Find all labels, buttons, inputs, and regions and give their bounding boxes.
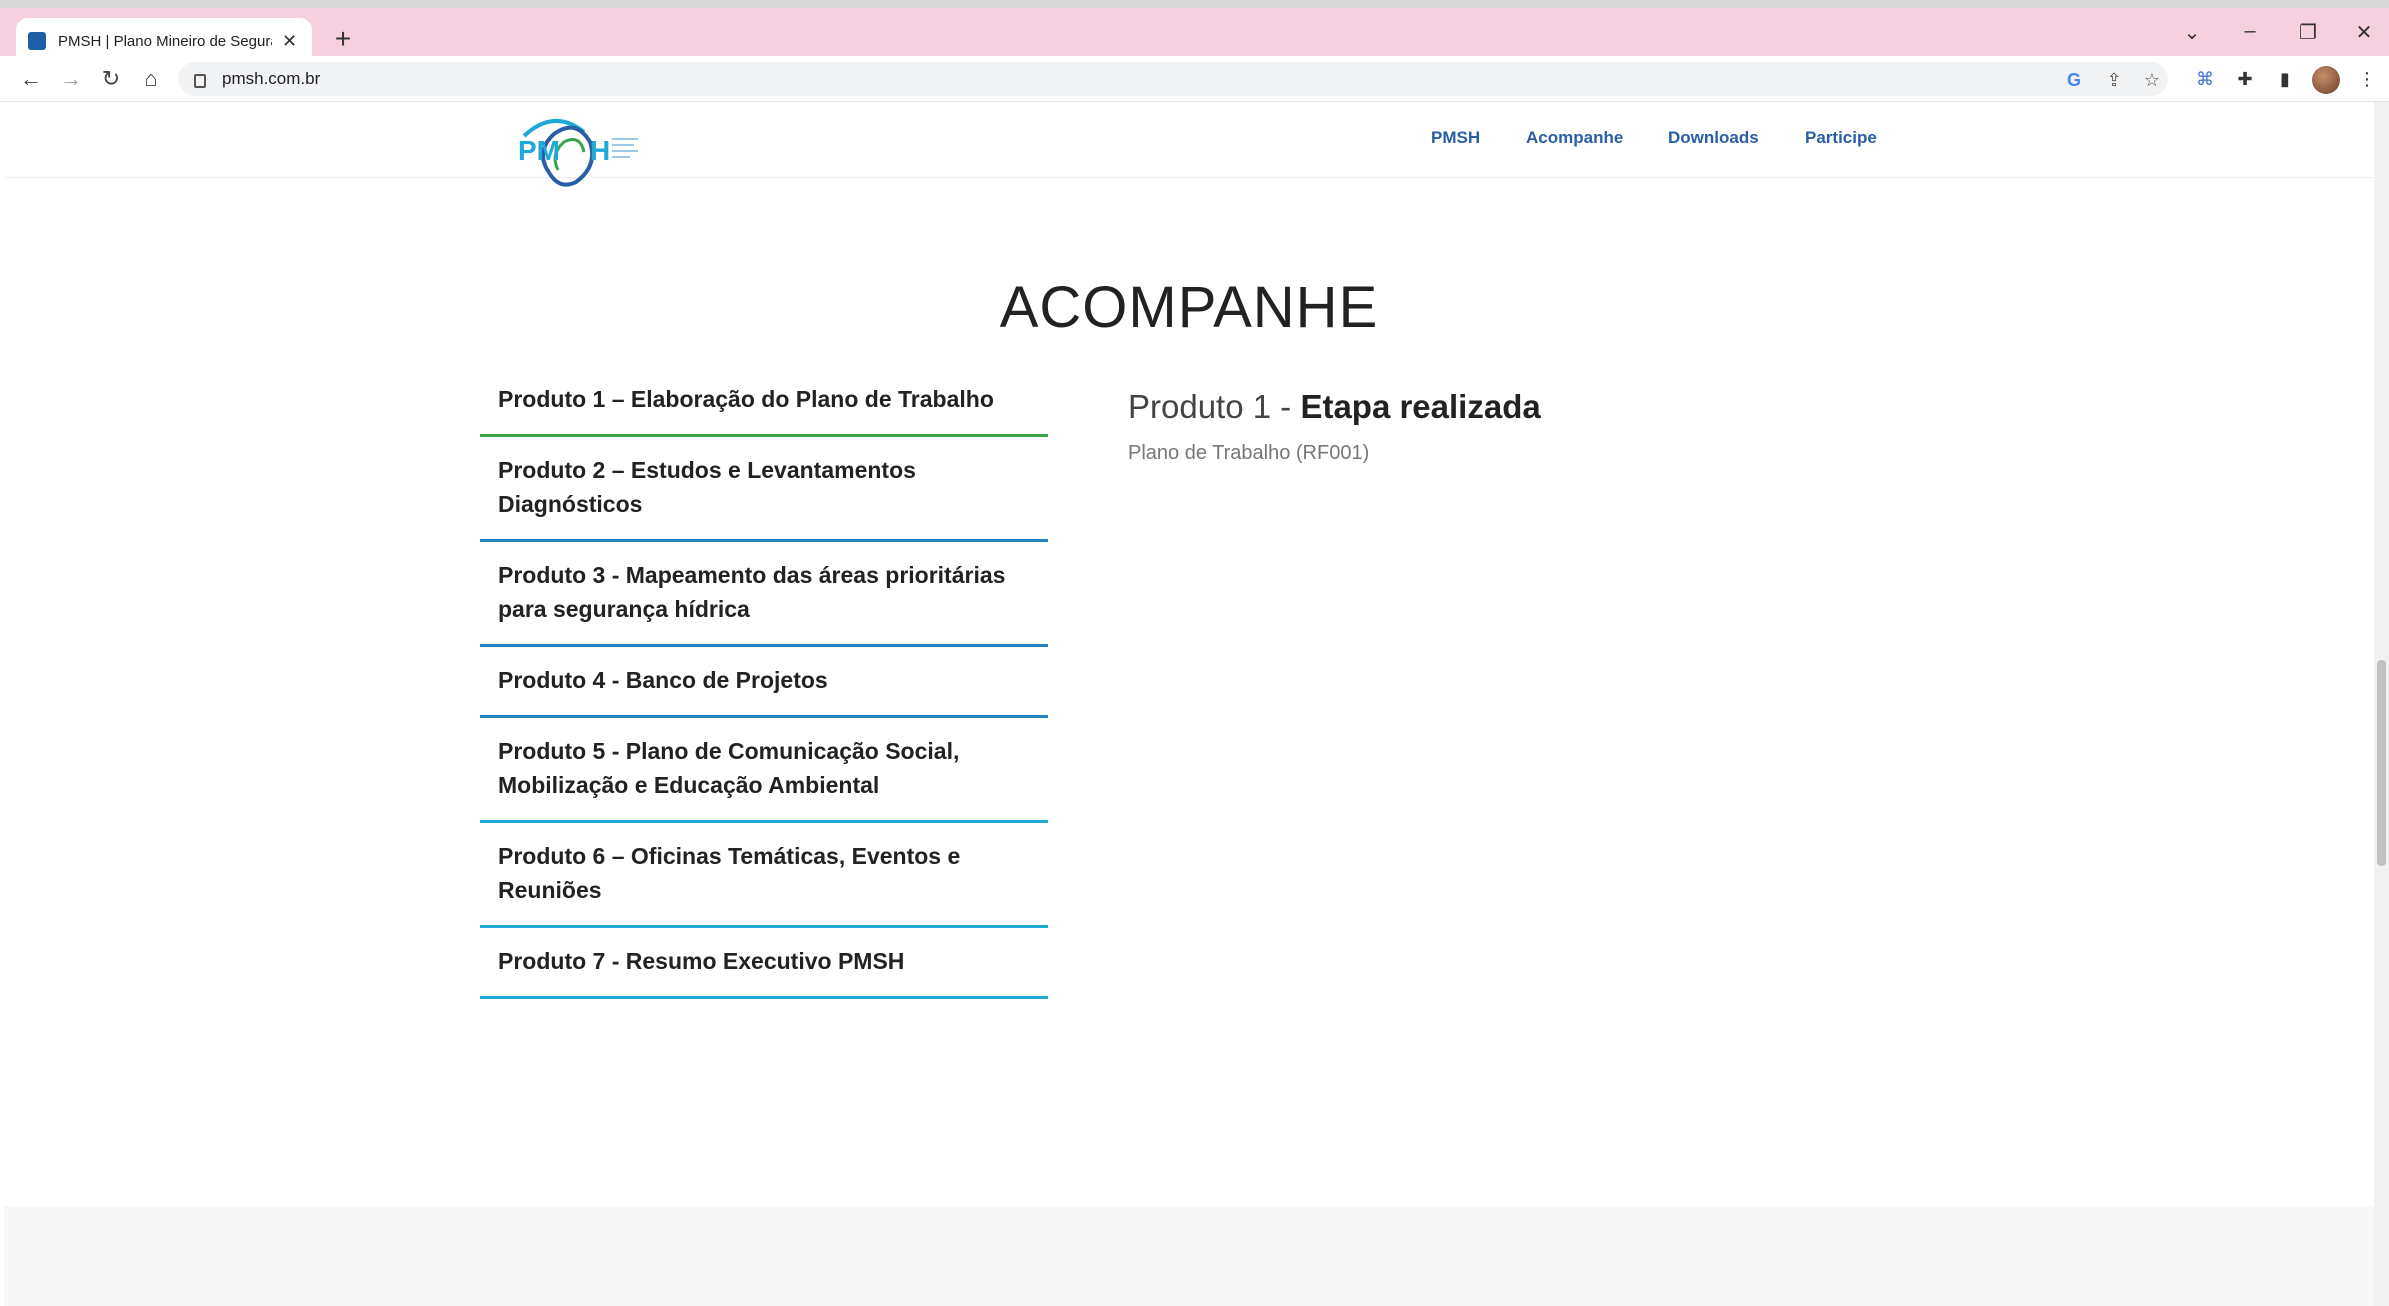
svg-text:PM: PM (518, 135, 560, 166)
share-icon[interactable]: ⇪ (2102, 68, 2126, 92)
panel-title: Produto 1 - Etapa realizada (1128, 388, 2028, 426)
tab-close-icon[interactable]: ✕ (282, 31, 297, 52)
translate-extension-icon[interactable]: ⌘ (2192, 66, 2218, 92)
accordion-item-produto-6[interactable]: Produto 6 – Oficinas Temáticas, Eventos … (480, 823, 1048, 928)
scrollbar-thumb[interactable] (2377, 660, 2386, 866)
accordion-item-produto-2[interactable]: Produto 2 – Estudos e Levantamentos Diag… (480, 437, 1048, 542)
pmsh-logo[interactable]: PM H (514, 112, 644, 190)
plano-de-trabalho-link[interactable]: Plano de Trabalho (RF001) (1128, 442, 2028, 465)
accordion-item-produto-1[interactable]: Produto 1 – Elaboração do Plano de Traba… (480, 366, 1048, 437)
side-panel-icon[interactable]: ▮ (2272, 66, 2298, 92)
page-viewport: PM H PMSH Acompanhe Downloads Participe … (4, 102, 2374, 1306)
produto-detail-panel: Produto 1 - Etapa realizada Plano de Tra… (1128, 388, 2028, 465)
site-favicon-icon (28, 32, 46, 50)
nav-acompanhe[interactable]: Acompanhe (1526, 128, 1623, 148)
profile-avatar[interactable] (2312, 66, 2340, 94)
panel-title-prefix: Produto 1 - (1128, 388, 1301, 425)
produto-accordion: Produto 1 – Elaboração do Plano de Traba… (480, 366, 1048, 999)
nav-participe[interactable]: Participe (1805, 128, 1877, 148)
tab-title: PMSH | Plano Mineiro de Segura (58, 32, 272, 50)
url-text: pmsh.com.br (222, 69, 321, 88)
new-tab-button[interactable]: + (326, 22, 360, 56)
menu-kebab-icon[interactable]: ⋮ (2354, 66, 2380, 92)
bookmark-star-icon[interactable]: ☆ (2140, 68, 2164, 92)
browser-toolbar: ← → ↻ ⌂ pmsh.com.br G ⇪ ☆ ⌘ ✚ ▮ ⋮ (0, 56, 2389, 102)
accordion-item-produto-4[interactable]: Produto 4 - Banco de Projetos (480, 647, 1048, 718)
lock-icon[interactable] (194, 74, 206, 88)
page-title: ACOMPANHE (999, 275, 1379, 340)
close-window-icon[interactable]: ✕ (2346, 20, 2382, 45)
address-bar[interactable]: pmsh.com.br G ⇪ ☆ (178, 62, 2168, 96)
nav-pmsh[interactable]: PMSH (1431, 128, 1480, 148)
home-icon[interactable]: ⌂ (134, 62, 168, 96)
nav-downloads[interactable]: Downloads (1668, 128, 1759, 148)
google-icon[interactable]: G (2062, 68, 2086, 92)
tab-search-chevron-icon[interactable]: ⌄ (2174, 20, 2210, 45)
forward-icon[interactable]: → (54, 62, 88, 96)
panel-title-status: Etapa realizada (1300, 388, 1541, 425)
accordion-item-produto-5[interactable]: Produto 5 - Plano de Comunicação Social,… (480, 718, 1048, 823)
restore-icon[interactable]: ❐ (2290, 20, 2326, 45)
reload-icon[interactable]: ↻ (94, 62, 128, 96)
back-icon[interactable]: ← (14, 62, 48, 96)
footer-band (4, 1206, 2374, 1306)
accordion-item-produto-7[interactable]: Produto 7 - Resumo Executivo PMSH (480, 928, 1048, 999)
minimize-icon[interactable]: – (2232, 20, 2268, 43)
extensions-puzzle-icon[interactable]: ✚ (2232, 66, 2258, 92)
browser-tabstrip: PMSH | Plano Mineiro de Segura ✕ + ⌄ – ❐… (0, 0, 2389, 64)
svg-text:H: H (590, 135, 610, 166)
page-scrollbar[interactable] (2374, 102, 2389, 1306)
site-header: PM H PMSH Acompanhe Downloads Participe (4, 102, 2374, 187)
accordion-item-produto-3[interactable]: Produto 3 - Mapeamento das áreas priorit… (480, 542, 1048, 647)
